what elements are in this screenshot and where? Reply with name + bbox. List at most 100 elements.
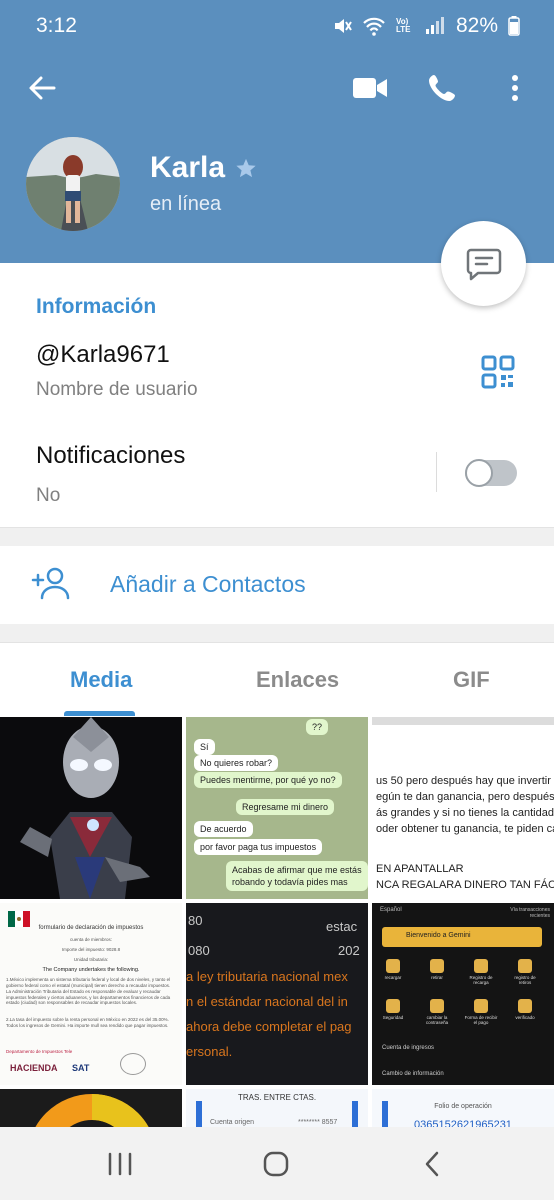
online-status: en línea — [150, 193, 222, 215]
home-icon — [263, 1151, 289, 1177]
username[interactable]: @Karla9671 — [36, 341, 170, 369]
more-vertical-icon — [512, 75, 518, 101]
info-section-title: Información — [36, 295, 157, 318]
receipt-value: ******** 8557 — [298, 1119, 338, 1126]
section-divider — [0, 624, 554, 643]
notifications-label: Notificaciones — [36, 442, 186, 469]
app-lang: Español — [380, 907, 402, 913]
app-menu-icon — [474, 999, 488, 1013]
status-icons: Vo) LTE 82% — [332, 14, 520, 38]
signal-icon — [425, 17, 444, 34]
chat-message: ?? — [306, 719, 329, 735]
more-options-button[interactable] — [500, 68, 530, 108]
doc-line: ás grandes y si no tienes la cantidad d — [376, 807, 554, 819]
notifications-toggle[interactable] — [465, 459, 517, 487]
form-statement: The Company undertakes the following. — [42, 967, 140, 973]
welcome-banner: Bienvenido a Gemini — [382, 927, 542, 947]
media-item-text-screenshot[interactable]: us 50 pero después hay que invertir p eg… — [372, 717, 554, 899]
tab-media[interactable]: Media — [70, 667, 132, 693]
notice-text: n el estándar nacional del in — [186, 994, 348, 1009]
battery-percent: 82% — [455, 14, 498, 37]
chat-message: No quieres robar? — [194, 755, 279, 771]
notice-text: ersonal. — [186, 1044, 233, 1059]
chat-message: por favor paga tus impuestos — [194, 839, 323, 855]
gauge-image — [0, 1089, 182, 1127]
message-button[interactable] — [441, 221, 526, 306]
video-call-button[interactable] — [348, 68, 392, 108]
battery-icon — [508, 16, 520, 36]
add-user-icon — [31, 567, 70, 600]
form-unit: Unidad tributaria: — [73, 957, 109, 962]
tab-gif[interactable]: GIF — [453, 667, 490, 693]
sat-logo: SAT — [72, 1063, 90, 1073]
app-menu-item: registro de retiros — [508, 959, 542, 985]
notice-text: estac — [326, 919, 358, 934]
chat-message: Acabas de afirmar que me estás robando y … — [226, 861, 368, 891]
mute-icon — [334, 19, 352, 33]
media-item-folio-receipt[interactable]: Folio de operación 0365152621965231 — [372, 1089, 554, 1127]
media-item-chat-screenshot[interactable]: ?? Sí No quieres robar? Puedes mentirme,… — [186, 717, 368, 899]
call-button[interactable] — [422, 68, 462, 108]
avatar[interactable] — [26, 137, 120, 231]
qr-code-button[interactable] — [481, 355, 517, 391]
app-menu-item: Registro de recarga — [464, 959, 498, 985]
notifications-value: No — [36, 485, 61, 506]
toolbar — [0, 58, 554, 114]
system-navigation-bar — [0, 1127, 554, 1200]
media-item-tax-notice[interactable]: 80 estac 080 202 a ley tributaria nacion… — [186, 903, 368, 1085]
media-grid: ?? Sí No quieres robar? Puedes mentirme,… — [0, 717, 554, 1127]
media-item-tax-form[interactable]: formulario de declaración de impuestos c… — [0, 903, 182, 1085]
form-dept: Departamento de Impuestos Tele — [6, 1049, 73, 1054]
toggle-knob — [465, 459, 493, 487]
receipt-title: TRAS. ENTRE CTAS. — [237, 1093, 317, 1102]
folio-value: 0365152621965231 — [414, 1119, 512, 1127]
notice-text: 80 — [188, 913, 203, 928]
app-row: Cambio de información — [382, 1071, 444, 1077]
doc-line: EN APANTALLAR — [376, 863, 464, 875]
home-button[interactable] — [256, 1149, 296, 1179]
app-menu-icon — [430, 959, 444, 973]
app-menu-icon — [386, 959, 400, 973]
back-button[interactable] — [22, 68, 62, 108]
app-menu-icon — [430, 999, 444, 1013]
app-menu-item: recargar — [376, 959, 410, 980]
add-contact-row[interactable]: Añadir a Contactos — [0, 546, 554, 624]
app-menu-item: Seguridad — [376, 999, 410, 1020]
hacienda-logo: HACIENDA — [10, 1063, 58, 1073]
back-chevron-icon — [425, 1151, 439, 1177]
media-item-transfer-receipt[interactable]: TRAS. ENTRE CTAS. Cuenta origen ********… — [186, 1089, 368, 1127]
chat-message: Puedes mentirme, por qué yo no? — [194, 772, 342, 788]
recent-apps-button[interactable] — [100, 1149, 140, 1179]
receipt-label: Cuenta origen — [210, 1119, 254, 1126]
star-icon — [236, 158, 256, 178]
chat-bubble-icon — [466, 248, 501, 280]
recent-apps-icon — [108, 1152, 132, 1176]
status-time: 3:12 — [36, 14, 77, 37]
media-item-app-screenshot[interactable]: Español Vía transacciones recientes Bien… — [372, 903, 554, 1085]
hero-figure-image — [0, 717, 182, 899]
chat-message: De acuerdo — [194, 821, 253, 837]
folio-title: Folio de operación — [434, 1103, 492, 1110]
qr-code-icon — [481, 355, 515, 389]
volte-indicator: Vo) LTE — [395, 17, 411, 34]
form-account: cuenta de miembros: — [69, 937, 113, 942]
app-menu-item: Forma de recibir el pago — [464, 999, 498, 1025]
form-body: 1.México implementa un sistema tributari… — [6, 977, 171, 1006]
divider — [436, 452, 437, 492]
section-divider — [0, 527, 554, 546]
app-menu-icon — [386, 999, 400, 1013]
notice-text: 080 — [188, 943, 210, 958]
video-camera-icon — [353, 78, 387, 98]
notice-text: 202 — [338, 943, 360, 958]
media-item-hero-figure[interactable] — [0, 717, 182, 899]
system-back-button[interactable] — [412, 1149, 452, 1179]
arrow-left-icon — [29, 76, 56, 100]
chat-message: Regresame mi dinero — [236, 799, 335, 815]
doc-line: NCA REGALARA DINERO TAN FÁCIL — [376, 879, 554, 891]
app-menu-item: verificado — [508, 999, 542, 1020]
receipt-accent — [352, 1101, 358, 1127]
media-item-gauge[interactable] — [0, 1089, 182, 1127]
tab-links[interactable]: Enlaces — [256, 667, 339, 693]
app-menu-icon — [518, 999, 532, 1013]
tab-indicator — [64, 711, 135, 716]
